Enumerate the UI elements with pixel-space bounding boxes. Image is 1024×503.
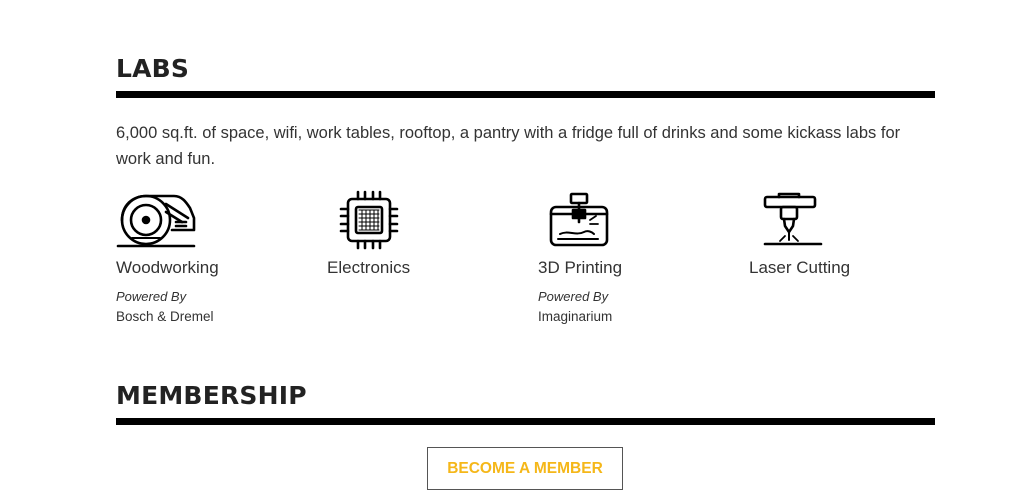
labs-heading: LABS <box>116 54 190 83</box>
lab-name: Laser Cutting <box>749 258 851 277</box>
powered-by-label: Powered By <box>116 289 187 304</box>
microchip-icon <box>327 190 407 252</box>
powered-by-label: Powered By <box>538 289 609 304</box>
lab-name: 3D Printing <box>538 258 623 277</box>
circular-saw-icon <box>116 190 196 252</box>
3d-printer-icon <box>538 190 618 252</box>
lab-laser-cutting: Laser Cutting <box>749 190 949 278</box>
lab-electronics: Electronics <box>327 190 527 278</box>
lab-3d-printing: 3D Printing Powered By Imaginarium <box>538 190 738 324</box>
membership-heading: MEMBERSHIP <box>116 381 307 410</box>
labs-divider <box>116 91 935 98</box>
lab-woodworking: Woodworking Powered By Bosch & Dremel <box>116 190 316 324</box>
sponsor-name: Imaginarium <box>538 309 613 324</box>
membership-divider <box>116 418 935 425</box>
sponsor-name: Bosch & Dremel <box>116 309 214 324</box>
lab-name: Electronics <box>327 258 411 277</box>
become-member-button[interactable]: BECOME A MEMBER <box>427 447 623 490</box>
laser-cutter-icon <box>749 190 829 252</box>
labs-intro: 6,000 sq.ft. of space, wifi, work tables… <box>116 124 901 168</box>
lab-name: Woodworking <box>116 258 219 277</box>
